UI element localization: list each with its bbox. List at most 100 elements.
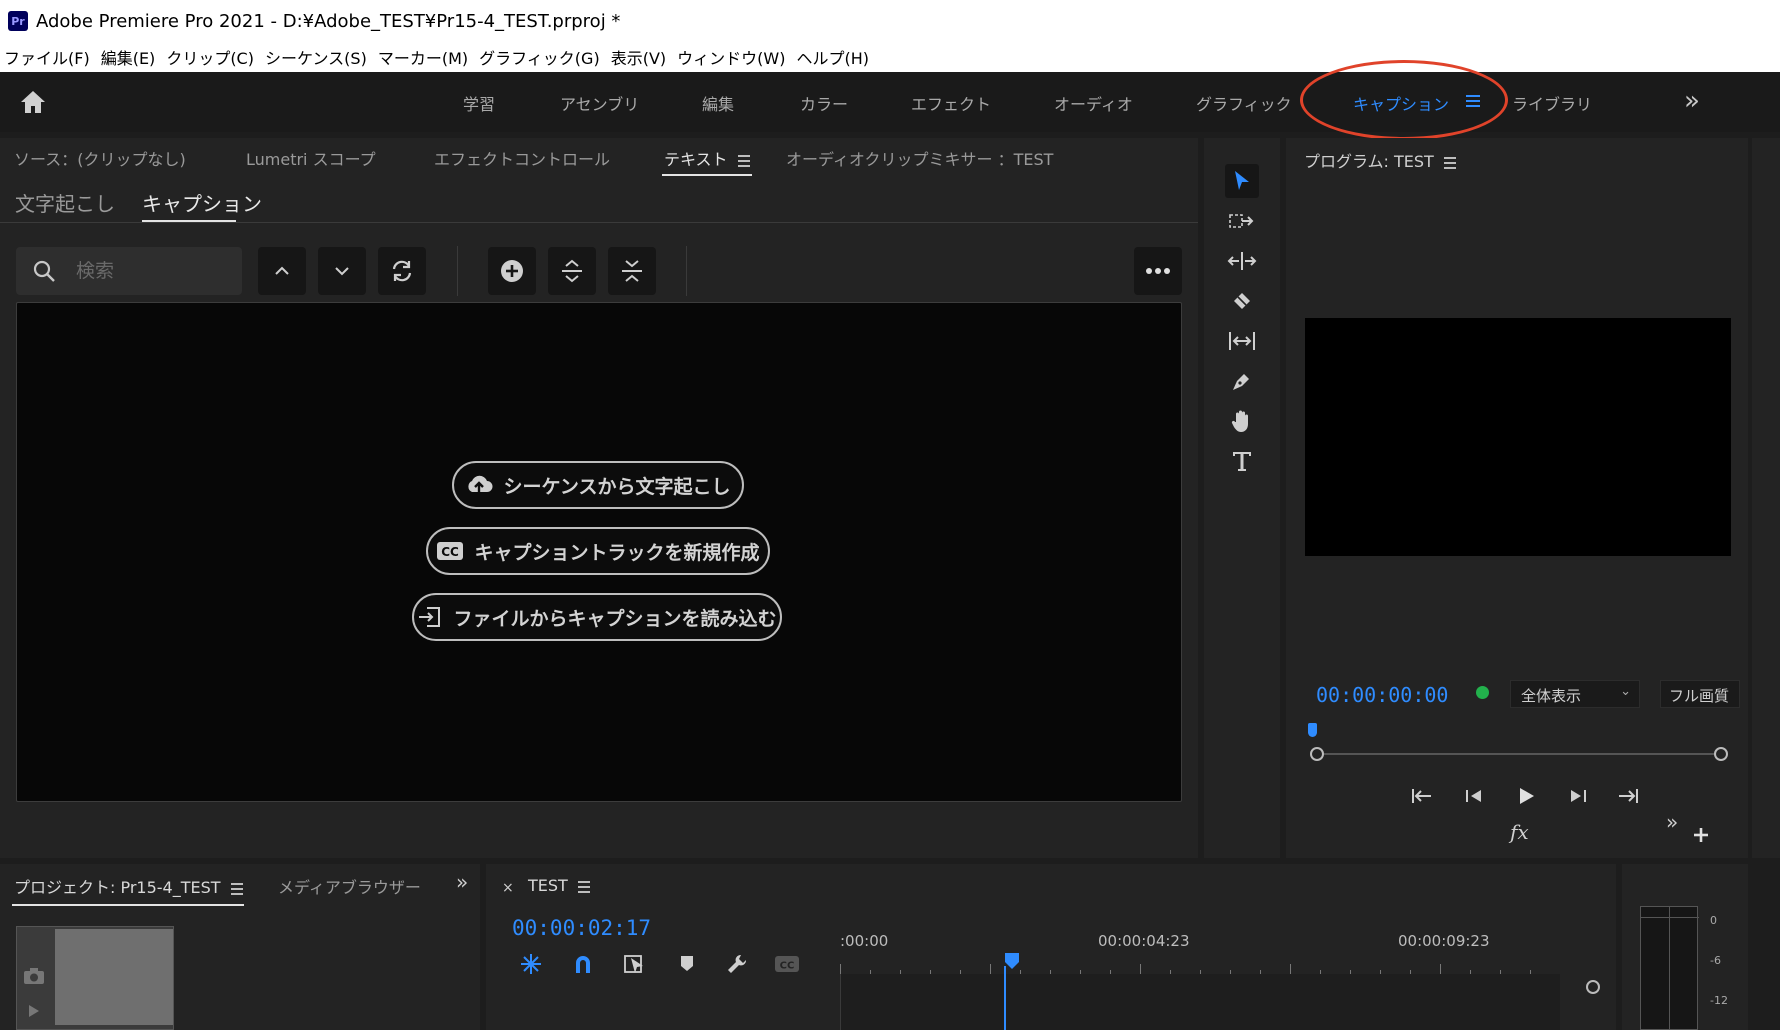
replace-button[interactable] [378, 247, 426, 295]
slip-tool[interactable] [1225, 324, 1259, 358]
track-select-tool[interactable] [1225, 204, 1259, 238]
quality-select[interactable]: フル画質 [1660, 680, 1740, 708]
fit-select[interactable]: 全体表示 ⌄ [1510, 680, 1640, 708]
previous-button[interactable] [258, 247, 306, 295]
menu-graphics[interactable]: グラフィック(G) [475, 45, 607, 69]
hand-tool[interactable] [1225, 404, 1259, 438]
timeline-playhead[interactable] [1004, 952, 1020, 970]
step-back-button[interactable] [1456, 778, 1492, 814]
tab-lumetri-scopes[interactable]: Lumetri スコープ [246, 146, 376, 170]
menu-view[interactable]: 表示(V) [607, 45, 673, 69]
caption-track-toggle[interactable]: CC [772, 949, 802, 979]
add-marker-button[interactable] [672, 949, 702, 979]
menu-file[interactable]: ファイル(F) [0, 45, 97, 69]
split-caption-button[interactable] [548, 247, 596, 295]
sequence-tab[interactable]: TEST [528, 876, 590, 895]
cc-icon: CC [775, 956, 799, 972]
workspace-tab-assembly[interactable]: アセンブリ [560, 91, 639, 115]
search-input[interactable] [76, 255, 226, 287]
menu-sequence[interactable]: シーケンス(S) [261, 45, 374, 69]
program-video-frame[interactable] [1305, 318, 1731, 556]
import-captions-label: ファイルからキャプションを読み込む [453, 607, 777, 630]
tab-project[interactable]: プロジェクト: Pr15-4_TEST [14, 874, 243, 898]
go-to-out-button[interactable] [1610, 778, 1646, 814]
step-forward-icon [1571, 790, 1586, 802]
audio-meter [1640, 906, 1699, 1030]
step-back-icon [1466, 790, 1481, 802]
menu-marker[interactable]: マーカー(M) [374, 45, 475, 69]
menu-clip[interactable]: クリップ(C) [162, 45, 261, 69]
tab-audio-clip-mixer[interactable]: オーディオクリップミキサー ：TEST [786, 146, 1053, 170]
marker-icon [681, 956, 693, 971]
program-playhead[interactable] [1308, 723, 1317, 737]
tab-effect-controls[interactable]: エフェクトコントロール [434, 146, 610, 170]
tab-media-browser[interactable]: メディアブラウザー [278, 874, 421, 898]
hand-icon [1231, 410, 1248, 432]
menu-edit[interactable]: 編集(E) [97, 45, 163, 69]
cloud-upload-icon [468, 475, 493, 494]
meter-label: -6 [1710, 954, 1721, 967]
workspace-tab-graphics[interactable]: グラフィック [1196, 91, 1292, 115]
magnet-icon [576, 956, 590, 973]
panel-menu-icon[interactable] [737, 155, 750, 167]
snap-toggle[interactable] [568, 949, 598, 979]
caption-search [16, 247, 242, 295]
zoom-handle-right[interactable] [1714, 747, 1728, 761]
panel-menu-icon[interactable] [577, 881, 590, 893]
ripple-edit-tool[interactable] [1225, 244, 1259, 278]
selection-arrow-icon [1235, 171, 1249, 190]
workspace-tab-editing[interactable]: 編集 [702, 91, 734, 115]
plus-icon[interactable] [1692, 826, 1710, 844]
subtab-transcript[interactable]: 文字起こし [15, 188, 115, 217]
zoom-handle-left[interactable] [1310, 747, 1324, 761]
next-button[interactable] [318, 247, 366, 295]
go-to-in-button[interactable] [1404, 778, 1440, 814]
timeline-track-area[interactable] [840, 974, 1560, 1030]
panel-menu-icon[interactable] [230, 883, 243, 895]
timeline-settings-button[interactable] [722, 949, 752, 979]
pen-tool[interactable] [1225, 364, 1259, 398]
play-button[interactable] [1508, 778, 1544, 814]
linked-selection-toggle[interactable] [620, 949, 650, 979]
workspace-tab-libraries[interactable]: ライブラリ [1512, 91, 1592, 115]
tab-source[interactable]: ソース：(クリップなし) [14, 146, 186, 170]
tab-text[interactable]: テキスト [664, 146, 750, 170]
merge-caption-button[interactable] [608, 247, 656, 295]
panel-menu-icon[interactable] [1443, 157, 1456, 169]
workspace-overflow-icon[interactable]: » [1684, 86, 1700, 116]
ripple-edit-icon [1227, 252, 1257, 270]
type-tool[interactable] [1225, 444, 1259, 478]
workspace-tab-audio[interactable]: オーディオ [1054, 91, 1133, 115]
fx-button[interactable]: fx [1510, 820, 1529, 844]
program-timecode[interactable]: 00:00:00:00 [1316, 683, 1448, 707]
menu-window[interactable]: ウィンドウ(W) [673, 45, 792, 69]
home-icon[interactable] [18, 88, 48, 116]
step-forward-button[interactable] [1560, 778, 1596, 814]
workspace-tab-learning[interactable]: 学習 [463, 91, 495, 115]
more-options-button[interactable] [1134, 247, 1182, 295]
ellipsis-icon [1146, 268, 1170, 274]
button-editor-overflow-icon[interactable]: » [1666, 810, 1678, 834]
nest-toggle[interactable] [516, 949, 546, 979]
close-sequence-icon[interactable]: × [502, 880, 514, 896]
ruler-label: 00:00:04:23 [1098, 932, 1190, 950]
add-caption-button[interactable] [488, 247, 536, 295]
subtab-captions[interactable]: キャプション [142, 188, 262, 217]
sequence-thumbnail[interactable] [16, 926, 174, 1030]
timeline-timecode[interactable]: 00:00:02:17 [512, 916, 651, 940]
timeline-zoom-handle[interactable] [1586, 980, 1600, 994]
workspace-tab-effects[interactable]: エフェクト [911, 91, 991, 115]
selection-tool[interactable] [1225, 164, 1259, 198]
menu-help[interactable]: ヘルプ(H) [792, 45, 876, 69]
merge-icon [622, 260, 642, 282]
workspace-tab-color[interactable]: カラー [800, 91, 848, 115]
fit-select-value: 全体表示 [1521, 687, 1582, 705]
razor-tool[interactable] [1225, 284, 1259, 318]
program-scrub-bar[interactable] [1316, 753, 1720, 755]
subtab-divider [0, 222, 1198, 223]
transcribe-sequence-button[interactable]: シーケンスから文字起こし [452, 461, 744, 509]
program-monitor-title: プログラム: TEST [1304, 148, 1456, 172]
project-overflow-icon[interactable]: » [456, 870, 468, 894]
create-caption-track-button[interactable]: CC キャプショントラックを新規作成 [426, 527, 770, 575]
import-captions-button[interactable]: ファイルからキャプションを読み込む [412, 593, 782, 641]
